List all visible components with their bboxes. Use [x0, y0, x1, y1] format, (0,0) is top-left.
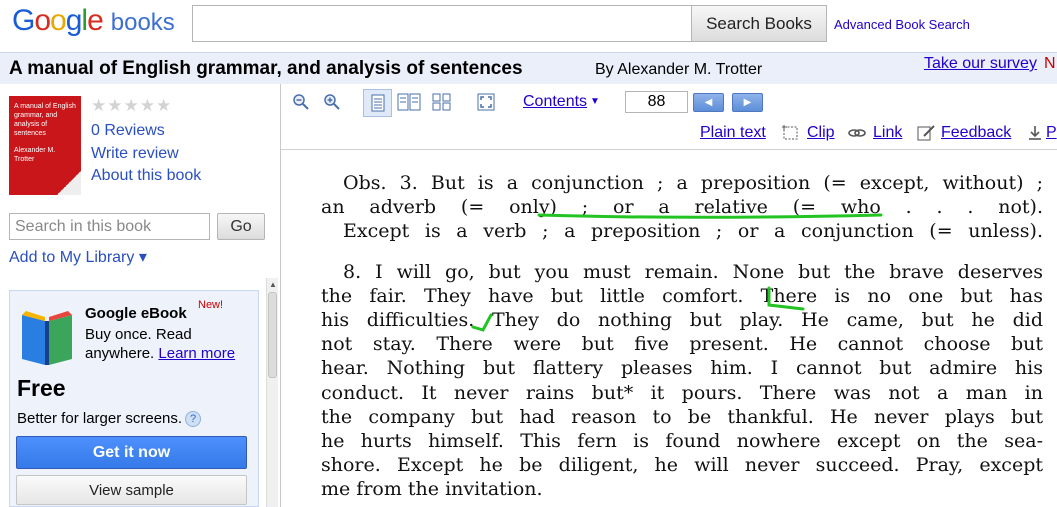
page-line: he hurts himself. This fern is found now… — [321, 430, 1043, 453]
page-line: 8. I will go, but you must remain. None … — [343, 260, 1043, 283]
book-cover-thumbnail[interactable]: A manual of English grammar, and analysi… — [9, 96, 81, 195]
two-page-icon[interactable] — [397, 90, 421, 114]
one-page-icon[interactable] — [363, 89, 392, 117]
ebook-price: Free — [17, 375, 66, 401]
chevron-down-icon: ▼ — [590, 96, 600, 107]
write-review-link[interactable]: Write review — [91, 145, 179, 163]
page-line: an adverb (= only) ; or a relative (= wh… — [321, 196, 1043, 219]
get-it-now-button[interactable]: Get it now — [16, 436, 247, 469]
link-icon[interactable] — [847, 124, 867, 142]
print-link[interactable]: P — [1046, 124, 1057, 142]
page-curl-icon — [57, 171, 81, 195]
new-badge: New! — [198, 299, 224, 311]
book-page-text: Obs. 3. But is a conjunction ; a preposi… — [321, 171, 1043, 502]
help-icon[interactable]: ? — [185, 411, 202, 427]
cover-title: A manual of English grammar, and analysi… — [14, 103, 76, 137]
page-line: the fair. They have but little comfort. … — [321, 284, 1043, 307]
page-line: me from the invitation. — [321, 478, 543, 501]
link-link[interactable]: Link — [873, 124, 902, 142]
sidebar-scrollbar[interactable]: ▲ — [266, 278, 278, 507]
print-icon[interactable] — [1025, 124, 1045, 142]
advanced-book-search-link[interactable]: Advanced Book Search — [834, 17, 970, 32]
view-sample-button[interactable]: View sample — [16, 475, 247, 505]
clip-link[interactable]: Clip — [807, 124, 835, 142]
google-books-logo[interactable]: Google books — [12, 4, 175, 38]
learn-more-link[interactable]: Learn more — [158, 345, 235, 362]
ebook-title: Google eBook — [85, 305, 187, 322]
fullscreen-icon[interactable] — [474, 90, 498, 114]
about-book-link[interactable]: About this book — [91, 167, 201, 185]
page-line: the company but had reason to be thankfu… — [321, 405, 1043, 428]
viewer-toolbar: Contents▼ ◀ ▶ Plain text Clip Link Feedb… — [281, 84, 1057, 150]
ebook-description: Buy once. Read anywhere. Learn more — [85, 325, 257, 363]
page-number-input[interactable] — [625, 91, 688, 113]
sidebar: A manual of English grammar, and analysi… — [0, 84, 280, 507]
page-line: Obs. 3. But is a conjunction ; a preposi… — [343, 172, 1043, 194]
feedback-icon[interactable] — [916, 124, 936, 142]
search-books-button[interactable]: Search Books — [691, 5, 827, 42]
zoom-in-icon[interactable] — [320, 90, 344, 114]
scrollbar-thumb[interactable] — [268, 292, 277, 378]
book-title: A manual of English grammar, and analysi… — [9, 58, 523, 79]
plain-text-link[interactable]: Plain text — [700, 124, 766, 142]
title-bar: A manual of English grammar, and analysi… — [0, 52, 1057, 84]
search-in-book-input[interactable] — [9, 213, 210, 240]
page-line: his difficulties. They do nothing but pl… — [321, 309, 1043, 332]
scroll-up-arrow-icon[interactable]: ▲ — [269, 280, 277, 289]
thumbnails-icon[interactable] — [430, 90, 454, 114]
add-to-library-link[interactable]: Add to My Library ▾ — [9, 247, 147, 267]
logo-books-word: books — [110, 9, 175, 36]
go-button[interactable]: Go — [217, 213, 265, 240]
survey-suffix: N — [1044, 55, 1056, 72]
next-page-button[interactable]: ▶ — [732, 93, 763, 112]
google-ebook-icon — [22, 311, 72, 365]
book-page-viewer[interactable]: Obs. 3. But is a conjunction ; a preposi… — [281, 151, 1057, 507]
page-line: Except is a verb ; a preposition ; or a … — [343, 220, 1043, 243]
page-line: shore. Except he be diligent, he will ne… — [321, 454, 1043, 477]
zoom-out-icon[interactable] — [289, 90, 313, 114]
reviews-link[interactable]: 0 Reviews — [91, 122, 165, 140]
rating-stars: ★★★★★ — [91, 96, 173, 115]
better-text: Better for larger screens. — [17, 410, 183, 427]
book-author: By Alexander M. Trotter — [595, 61, 763, 78]
ebook-panel: Google eBook New! Buy once. Read anywher… — [9, 290, 259, 507]
cover-author: Alexander M. Trotter — [14, 147, 56, 163]
clip-icon[interactable] — [781, 124, 801, 142]
previous-page-button[interactable]: ◀ — [693, 93, 724, 112]
survey-link[interactable]: Take our survey — [924, 55, 1037, 73]
search-input[interactable] — [192, 5, 693, 42]
feedback-link[interactable]: Feedback — [941, 124, 1011, 142]
page-line: not stay. There were but five present. H… — [321, 333, 1043, 356]
page-line: hear. Nothing but flattery pleases him. … — [321, 357, 1043, 380]
contents-dropdown[interactable]: Contents ▼ — [523, 93, 600, 111]
contents-label: Contents — [523, 93, 588, 110]
header: Google books Search Books Advanced Book S… — [0, 0, 1057, 52]
better-for-screens: Better for larger screens.? — [17, 410, 202, 427]
page-line: conduct. It never rains but* it pours. T… — [321, 381, 1043, 404]
